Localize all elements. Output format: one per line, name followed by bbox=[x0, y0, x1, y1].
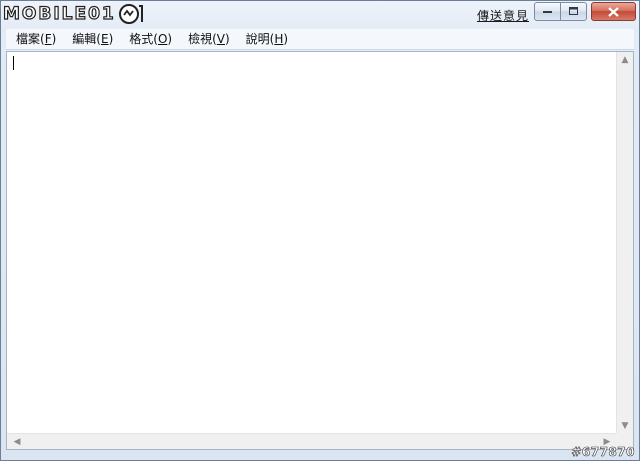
menu-help-paren: ) bbox=[283, 32, 289, 46]
menu-edit[interactable]: 編輯(E) bbox=[66, 29, 119, 49]
menu-view-paren: ) bbox=[224, 32, 230, 46]
close-button[interactable] bbox=[591, 2, 636, 21]
text-editor-area[interactable]: ▲ ▼ ◀ ▶ bbox=[6, 51, 634, 450]
close-icon bbox=[608, 6, 619, 17]
logo-text: MOBILE01 bbox=[2, 3, 116, 24]
scroll-down-icon[interactable]: ▼ bbox=[617, 418, 633, 434]
maximize-button[interactable] bbox=[560, 2, 587, 21]
menu-file[interactable]: 檔案(F) bbox=[10, 29, 62, 49]
menu-help[interactable]: 說明(H) bbox=[240, 29, 294, 49]
vertical-scrollbar[interactable]: ▲ ▼ bbox=[616, 52, 633, 434]
notepad-window: MOBILE01 傳送意見 檔案(F) 編輯(E) 格式(O) 檢視(V) 說明… bbox=[0, 0, 640, 461]
watermark-text: #677870 bbox=[571, 445, 635, 460]
menu-view[interactable]: 檢視(V) bbox=[182, 29, 236, 49]
menu-edit-label: 編輯( bbox=[72, 32, 101, 46]
text-caret bbox=[13, 56, 14, 70]
menu-help-label: 說明( bbox=[245, 32, 275, 46]
menu-file-accelerator: F bbox=[44, 32, 52, 46]
menu-edit-accelerator: E bbox=[100, 32, 109, 46]
horizontal-scrollbar[interactable]: ◀ ▶ bbox=[7, 433, 617, 449]
menu-view-label: 檢視( bbox=[188, 32, 217, 46]
menu-edit-paren: ) bbox=[108, 32, 114, 46]
mobile01-logo: MOBILE01 bbox=[2, 2, 144, 26]
menu-view-accelerator: V bbox=[216, 32, 225, 46]
send-feedback-link[interactable]: 傳送意見 bbox=[477, 7, 529, 24]
title-bar: MOBILE01 傳送意見 bbox=[1, 1, 639, 29]
menu-format[interactable]: 格式(O) bbox=[123, 29, 178, 49]
menu-format-label: 格式( bbox=[129, 32, 158, 46]
menu-format-paren: ) bbox=[167, 32, 173, 46]
menu-file-paren: ) bbox=[51, 32, 57, 46]
menu-file-label: 檔案( bbox=[16, 32, 45, 46]
mobile01-logo-icon bbox=[118, 4, 143, 24]
minimize-icon bbox=[542, 10, 552, 13]
scroll-up-icon[interactable]: ▲ bbox=[617, 52, 633, 68]
maximize-icon bbox=[568, 7, 578, 15]
scroll-left-icon[interactable]: ◀ bbox=[9, 434, 25, 450]
menu-bar: 檔案(F) 編輯(E) 格式(O) 檢視(V) 說明(H) bbox=[6, 29, 634, 50]
minimize-button[interactable] bbox=[534, 2, 561, 21]
menu-format-accelerator: O bbox=[157, 32, 168, 46]
